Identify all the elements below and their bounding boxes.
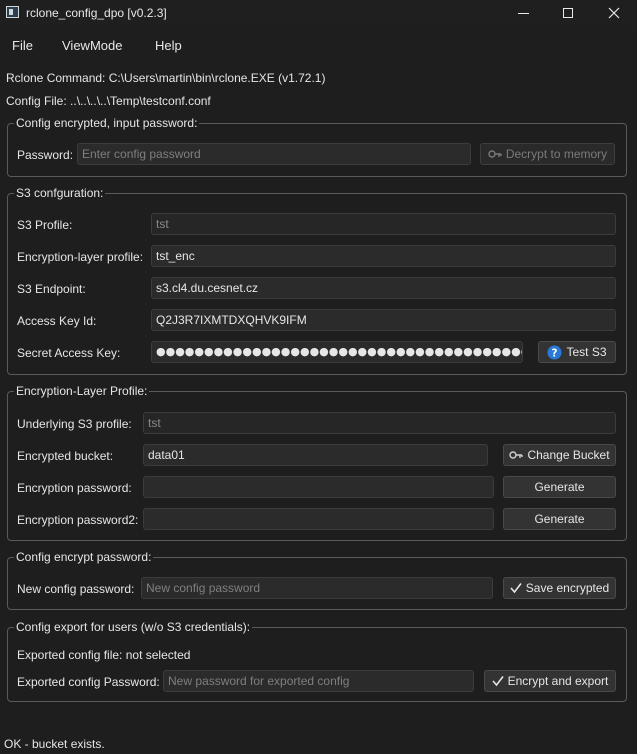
generate-label: Generate: [534, 480, 585, 494]
encryption-password2-label: Encryption password2:: [17, 513, 139, 527]
title-bar: rclone_config_dpo [v0.2.3]: [0, 0, 637, 26]
underlying-s3-profile-label: Underlying S3 profile:: [17, 417, 132, 431]
generate-password-button[interactable]: Generate: [503, 476, 616, 498]
change-bucket-label: Change Bucket: [527, 448, 610, 462]
access-key-id-field[interactable]: [151, 309, 616, 331]
key-icon: [488, 150, 502, 158]
password-label: Password:: [17, 148, 74, 162]
menu-viewmode[interactable]: ViewMode: [62, 38, 122, 53]
close-button[interactable]: [591, 0, 637, 26]
maximize-icon: [563, 8, 573, 18]
change-bucket-button[interactable]: Change Bucket: [503, 444, 616, 466]
minimize-icon: [517, 12, 529, 14]
config-file-info: Config File: ..\..\..\..\Temp\testconf.c…: [6, 94, 211, 108]
secret-access-key-field[interactable]: ●●●●●●●●●●●●●●●●●●●●●●●●●●●●●●●●●●●●●●●●: [151, 341, 523, 363]
encryption-layer-profile-title: Encryption-Layer Profile:: [14, 384, 150, 398]
access-key-id-label: Access Key Id:: [17, 314, 97, 328]
checkmark-icon: [510, 583, 522, 594]
menu-bar: File ViewMode Help: [0, 30, 637, 58]
s3-configuration-group: S3 confguration: S3 Profile: Encryption-…: [7, 186, 627, 375]
decrypt-button-label: Decrypt to memory: [505, 147, 608, 161]
config-password-input[interactable]: [77, 143, 471, 165]
svg-text:?: ?: [552, 347, 558, 359]
new-config-password-label: New config password:: [17, 582, 135, 596]
exported-config-file-status: Exported config file: not selected: [17, 648, 191, 662]
save-encrypted-button[interactable]: Save encrypted: [503, 577, 616, 599]
config-encrypt-password-title: Config encrypt password:: [14, 550, 154, 564]
save-encrypted-label: Save encrypted: [525, 581, 610, 595]
s3-profile-label: S3 Profile:: [17, 218, 73, 232]
config-export-title: Config export for users (w/o S3 credenti…: [14, 620, 253, 634]
encrypt-and-export-button[interactable]: Encrypt and export: [484, 670, 616, 692]
status-message: OK - bucket exists.: [4, 737, 105, 751]
help-icon: ?: [547, 344, 563, 360]
encryption-layer-profile-field[interactable]: [151, 245, 616, 267]
config-encrypt-password-group: Config encrypt password: New config pass…: [7, 550, 627, 610]
encrypt-and-export-label: Encrypt and export: [507, 674, 609, 688]
rclone-command-info: Rclone Command: C:\Users\martin\bin\rclo…: [6, 71, 326, 85]
maximize-button[interactable]: [545, 0, 591, 26]
underlying-s3-profile-field[interactable]: [143, 412, 616, 434]
generate-password2-button[interactable]: Generate: [503, 508, 616, 530]
new-config-password-input[interactable]: [141, 577, 493, 599]
test-s3-label: Test S3: [566, 345, 607, 359]
s3-profile-field[interactable]: [151, 213, 616, 235]
s3-configuration-title: S3 confguration:: [14, 186, 106, 200]
app-icon: [6, 6, 19, 18]
config-export-group: Config export for users (w/o S3 credenti…: [7, 620, 627, 702]
close-icon: [608, 7, 620, 19]
encrypted-bucket-label: Encrypted bucket:: [17, 449, 114, 463]
decrypt-to-memory-button[interactable]: Decrypt to memory: [480, 143, 615, 165]
test-s3-button[interactable]: ? Test S3: [538, 341, 616, 363]
generate2-label: Generate: [534, 512, 585, 526]
key-icon: [509, 451, 524, 459]
s3-endpoint-label: S3 Endpoint:: [17, 282, 86, 296]
encryption-password-field[interactable]: [143, 476, 494, 498]
secret-access-key-label: Secret Access Key:: [17, 346, 121, 360]
menu-file[interactable]: File: [12, 38, 33, 53]
config-encrypted-title: Config encrypted, input password:: [14, 116, 200, 130]
encryption-layer-profile-label: Encryption-layer profile:: [17, 250, 144, 264]
exported-config-password-label: Exported config Password:: [17, 675, 160, 689]
encryption-layer-profile-group: Encryption-Layer Profile: Underlying S3 …: [7, 384, 627, 541]
s3-endpoint-field[interactable]: [151, 277, 616, 299]
menu-help[interactable]: Help: [155, 38, 182, 53]
encryption-password2-field[interactable]: [143, 508, 494, 530]
minimize-button[interactable]: [500, 0, 546, 26]
config-encrypted-group: Config encrypted, input password: Passwo…: [7, 116, 627, 177]
encryption-password-label: Encryption password:: [17, 481, 132, 495]
window-title: rclone_config_dpo [v0.2.3]: [26, 6, 167, 20]
exported-config-password-input[interactable]: [163, 670, 474, 692]
encrypted-bucket-field[interactable]: [143, 444, 488, 466]
checkmark-icon: [492, 676, 504, 687]
